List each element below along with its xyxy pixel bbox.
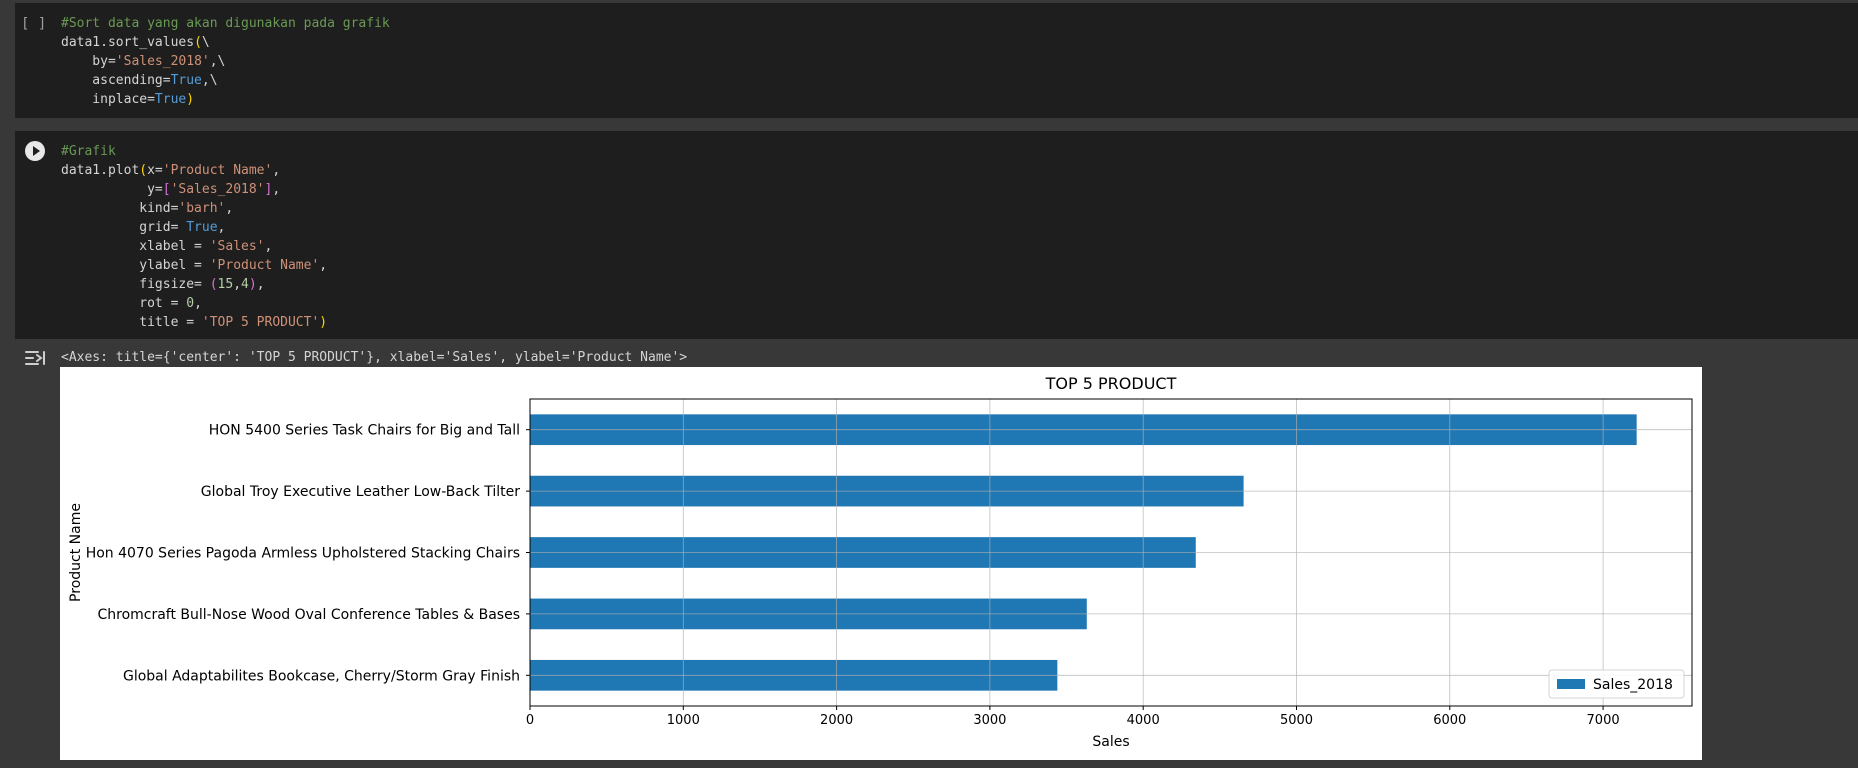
code-line: ylabel = 'Product Name', (61, 256, 327, 275)
code-token: ylabel = (61, 258, 210, 273)
code-token: 'TOP 5 PRODUCT' (201, 315, 320, 330)
code-token: ( (139, 163, 148, 178)
code-cell-plot[interactable]: #Grafik data1.plot(x='Product Name', y=['… (15, 131, 1858, 339)
code-token: 'Product Name' (162, 163, 273, 178)
bar-chart: 0 1000 2000 3000 4000 5000 6000 7000 HON 5400 Se… (68, 374, 1693, 750)
code-line: title = 'TOP 5 PRODUCT') (61, 313, 327, 332)
output-repr: <Axes: title={'center': 'TOP 5 PRODUCT'}… (61, 350, 688, 365)
x-tick-label: 0 (526, 713, 534, 728)
execution-count: [ ] (21, 16, 47, 32)
code-line: #Grafik (61, 142, 327, 161)
code-token: ascending= (61, 73, 171, 88)
code-token: True (170, 73, 202, 88)
code-token: xlabel = (61, 239, 210, 254)
code-line: ascending=True,\ (61, 71, 390, 90)
y-tick-label: HON 5400 Series Task Chairs for Big and … (209, 423, 520, 439)
code-token: 15 (217, 277, 234, 292)
code-token: , (233, 277, 242, 292)
y-tick-label: Hon 4070 Series Pagoda Armless Upholster… (86, 546, 520, 562)
x-tick-label: 2000 (820, 713, 853, 728)
x-axis-label: Sales (1092, 734, 1129, 750)
code-token: ( (194, 35, 202, 50)
code-token: 0 (186, 296, 195, 311)
code-token: 'Product Name' (209, 258, 320, 273)
code-token: kind= (61, 201, 179, 216)
code-line: grid= True, (61, 218, 327, 237)
code-cell-sort[interactable]: [ ] #Sort data yang akan digunakan pada … (15, 3, 1858, 118)
code-token: , (194, 296, 202, 311)
code-token: ,\ (201, 73, 218, 88)
code-token: ) (186, 92, 195, 107)
run-cell-button[interactable] (25, 141, 45, 161)
code-token: , (272, 163, 281, 178)
code-token: ) (319, 315, 328, 330)
chart-title: TOP 5 PRODUCT (1045, 374, 1177, 393)
code-editor[interactable]: #Sort data yang akan digunakan pada graf… (61, 14, 390, 109)
code-line: rot = 0, (61, 294, 327, 313)
y-tick-label: Chromcraft Bull-Nose Wood Oval Conferenc… (97, 607, 520, 623)
code-token: , (272, 182, 281, 197)
x-tick-label: 5000 (1280, 713, 1313, 728)
code-token: , (225, 201, 234, 216)
code-token: data1.sort_values (61, 35, 195, 50)
y-tick-label: Global Adaptabilites Bookcase, Cherry/St… (123, 668, 520, 684)
y-tick-label: Global Troy Executive Leather Low-Back T… (201, 484, 520, 500)
code-token: inplace= (61, 92, 155, 107)
code-token: 'Sales_2018' (115, 54, 210, 69)
code-token: \ (201, 35, 210, 50)
code-token: by= (61, 54, 116, 69)
code-token: x= (147, 163, 163, 178)
code-token: data1.plot (61, 163, 140, 178)
code-line: inplace=True) (61, 90, 390, 109)
legend-label: Sales_2018 (1593, 677, 1673, 693)
code-token: rot = (61, 296, 187, 311)
legend-swatch (1557, 679, 1585, 689)
code-line: by='Sales_2018',\ (61, 52, 390, 71)
code-token: 'Sales' (209, 239, 265, 254)
code-token: 'Sales_2018' (170, 182, 265, 197)
code-line: kind='barh', (61, 199, 327, 218)
code-token: ( (209, 277, 218, 292)
code-token: grid= (61, 220, 187, 235)
code-line: #Sort data yang akan digunakan pada graf… (61, 14, 390, 33)
code-token: , (256, 277, 265, 292)
code-token: title = (61, 315, 202, 330)
chart-output: 0 1000 2000 3000 4000 5000 6000 7000 HON 5400 Se… (60, 367, 1702, 760)
code-line: data1.plot(x='Product Name', (61, 161, 327, 180)
code-token: 'barh' (178, 201, 226, 216)
x-tick-label: 7000 (1587, 713, 1620, 728)
code-token: True (186, 220, 218, 235)
output-toggle-icon[interactable] (24, 349, 46, 367)
y-axis-label: Product Name (68, 503, 84, 602)
code-token: y= (61, 182, 163, 197)
code-editor[interactable]: #Grafik data1.plot(x='Product Name', y=['… (61, 142, 327, 332)
code-token: 4 (241, 277, 249, 292)
x-tick-label: 6000 (1433, 713, 1466, 728)
code-token: , (217, 220, 226, 235)
code-token: True (154, 92, 187, 107)
code-token: [ (162, 182, 171, 197)
code-token: , (264, 239, 273, 254)
x-tick-label: 4000 (1127, 713, 1160, 728)
code-token: figsize= (61, 277, 210, 292)
code-line: figsize= (15,4), (61, 275, 327, 294)
x-tick-label: 1000 (667, 713, 700, 728)
code-line: xlabel = 'Sales', (61, 237, 327, 256)
code-line: data1.sort_values(\ (61, 33, 390, 52)
x-tick-label: 3000 (973, 713, 1006, 728)
code-token: ) (248, 277, 257, 292)
code-line: y=['Sales_2018'], (61, 180, 327, 199)
code-token: ,\ (209, 54, 226, 69)
code-token: , (319, 258, 328, 273)
code-token: #Sort data yang akan digunakan pada graf… (61, 16, 390, 31)
code-token: #Grafik (61, 144, 116, 159)
